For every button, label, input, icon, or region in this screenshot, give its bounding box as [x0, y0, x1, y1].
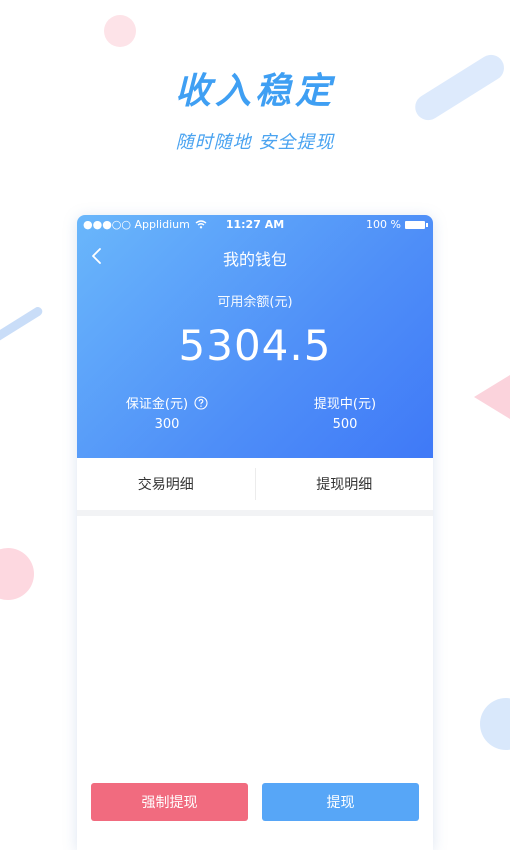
status-bar: ●●●○○ Applidium 11:27 AM 100 %: [77, 217, 433, 233]
force-withdraw-button[interactable]: 强制提现: [91, 783, 248, 821]
detail-tabs: 交易明细 提现明细: [77, 458, 433, 516]
decor-circle-pink: [104, 15, 136, 47]
withdrawing-stat: 提现中(元) 500: [265, 393, 425, 432]
wallet-header: ●●●○○ Applidium 11:27 AM 100 % 我的钱包 可用余额…: [77, 215, 433, 458]
hero-title: 收入稳定: [174, 71, 335, 112]
battery-status: 100 %: [366, 218, 428, 231]
withdrawing-label: 提现中(元): [313, 397, 377, 412]
decor-circle-pink-left: [0, 548, 34, 600]
help-icon[interactable]: [194, 395, 208, 410]
deposit-label: 保证金(元): [125, 397, 189, 412]
deposit-value: 300: [154, 417, 180, 432]
phone-mockup: ●●●○○ Applidium 11:27 AM 100 % 我的钱包 可用余额…: [77, 215, 433, 850]
withdraw-button[interactable]: 提现: [262, 783, 419, 821]
withdrawing-value: 500: [332, 417, 358, 432]
deposit-label-row: 保证金(元): [126, 393, 208, 412]
deposit-stat: 保证金(元) 300: [87, 393, 247, 432]
decor-circle-blue-right: [480, 698, 510, 750]
battery-icon: [405, 220, 428, 229]
tab-transaction-details[interactable]: 交易明细: [77, 458, 255, 510]
battery-text: 100 %: [366, 218, 401, 231]
decor-triangle-pink: [474, 375, 510, 419]
balance-label: 可用余额(元): [217, 295, 293, 310]
decor-bar-blue-small: [0, 305, 44, 344]
page-title: 我的钱包: [222, 250, 287, 269]
hero-subtitle: 随时随地 安全提现: [175, 132, 335, 153]
balance-value: 5304.5: [178, 321, 332, 370]
tab-withdrawal-details[interactable]: 提现明细: [256, 458, 434, 510]
